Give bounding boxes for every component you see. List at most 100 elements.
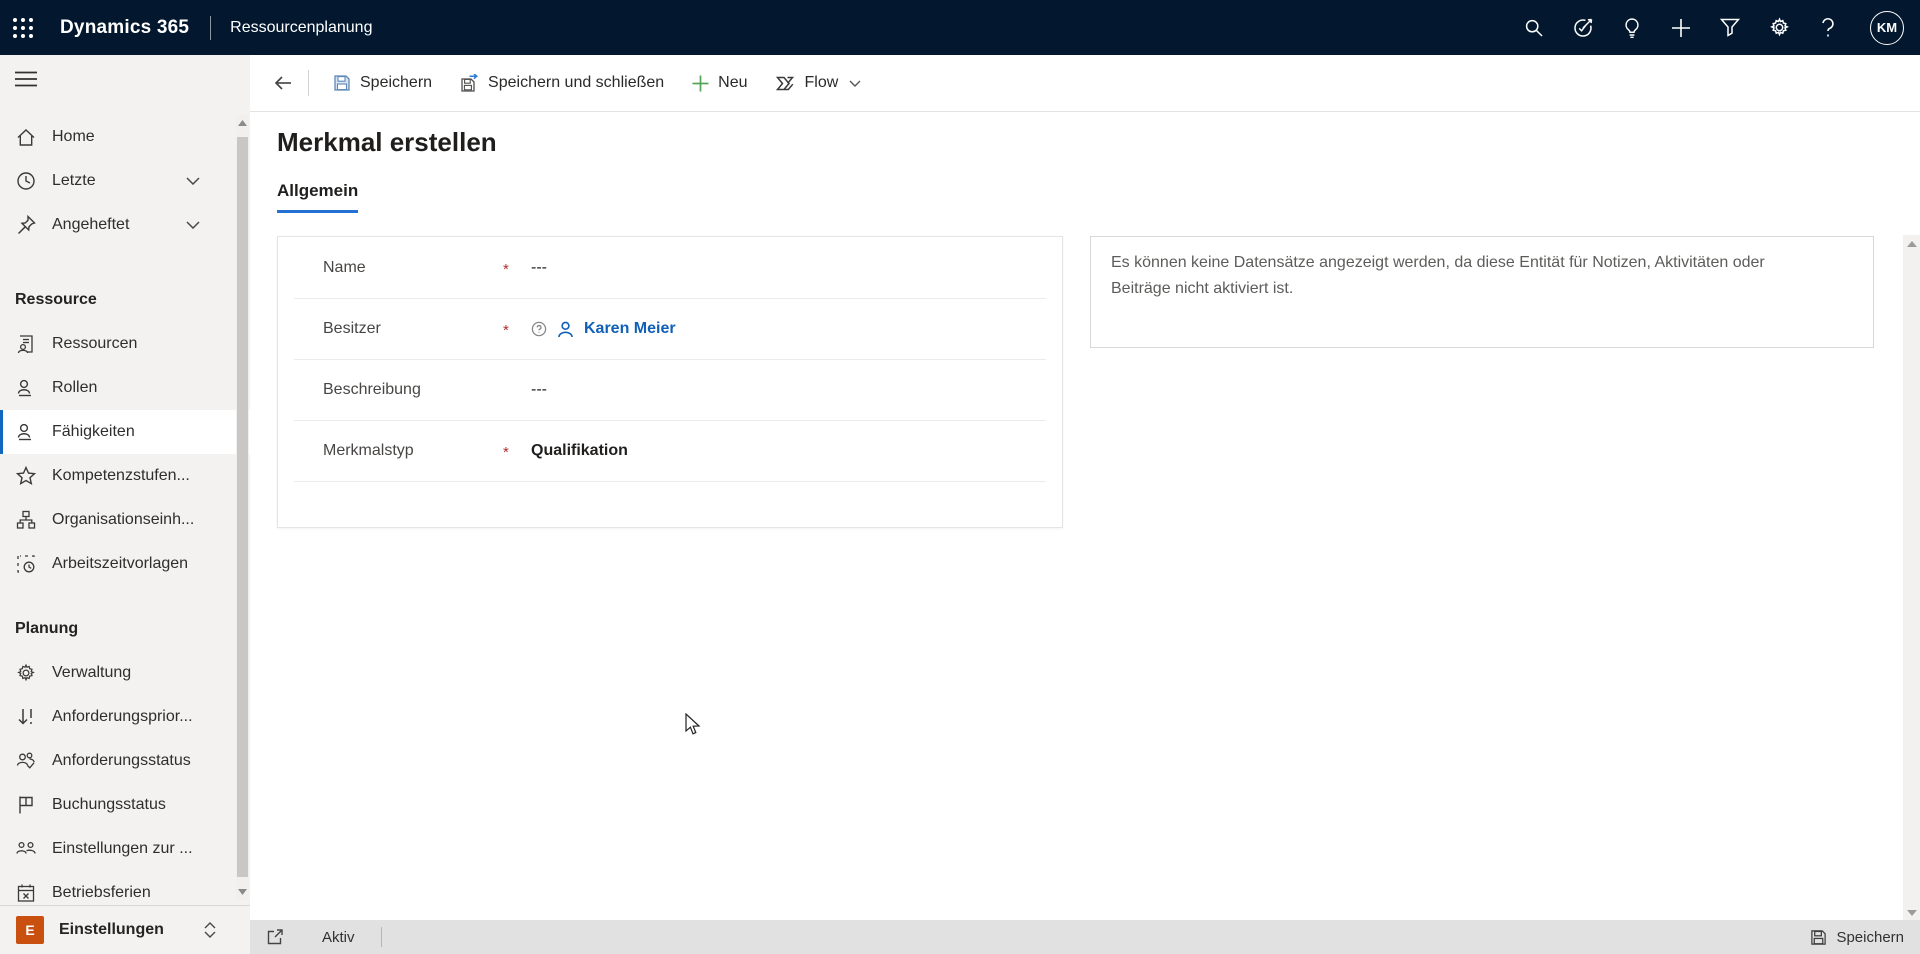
flow-label: Flow xyxy=(804,74,839,91)
topbar-divider xyxy=(210,15,212,40)
topbar-actions: KM xyxy=(1523,10,1920,45)
sidebar-item-rollen[interactable]: Rollen xyxy=(0,366,250,410)
environment-switcher[interactable]: E Einstellungen xyxy=(0,905,250,954)
owner-link[interactable]: Karen Meier xyxy=(584,320,676,338)
app-title[interactable]: Dynamics 365 xyxy=(60,17,189,39)
field-label: Beschreibung xyxy=(323,381,421,398)
work-hours-template-icon xyxy=(15,553,37,575)
sidebar-item-label: Home xyxy=(52,128,95,145)
expand-form-icon[interactable] xyxy=(264,926,286,948)
new-plus-icon xyxy=(692,75,709,92)
field-value[interactable]: --- xyxy=(531,259,547,277)
field-label: Name xyxy=(323,259,366,276)
form-row-merkmalstyp[interactable]: Merkmalstyp * Qualifikation xyxy=(294,421,1046,482)
presence-unknown-icon xyxy=(531,321,547,337)
save-label: Speichern xyxy=(360,74,433,91)
filter-icon[interactable] xyxy=(1719,17,1741,39)
people-check-icon xyxy=(15,750,37,772)
sidebar-scrollbar[interactable] xyxy=(236,115,249,900)
sidebar-item-label: Buchungsstatus xyxy=(52,796,166,813)
hamburger-menu-icon[interactable] xyxy=(0,55,250,99)
mouse-cursor xyxy=(685,713,707,737)
sidebar-item-einstellungen-zur[interactable]: Einstellungen zur ... xyxy=(0,827,250,871)
save-and-close-label: Speichern und schließen xyxy=(488,74,665,91)
sidebar-item-angeheftet[interactable]: Angeheftet xyxy=(0,203,250,247)
scroll-down-icon[interactable] xyxy=(1903,904,1920,921)
save-button[interactable]: Speichern xyxy=(319,63,446,103)
environment-label: Einstellungen xyxy=(59,921,164,938)
lightbulb-icon[interactable] xyxy=(1621,17,1643,39)
sidebar-item-label: Verwaltung xyxy=(52,664,132,681)
sidebar-item-label: Einstellungen zur ... xyxy=(52,840,193,857)
sidebar-item-letzte[interactable]: Letzte xyxy=(0,159,250,203)
sitemap-sidebar: Home Letzte Angeheftet Ressource Ressour… xyxy=(0,55,250,954)
sidebar-item-kompetenzstufen[interactable]: Kompetenzstufen... xyxy=(0,454,250,498)
sidebar-item-anforderungsprioritaeten[interactable]: Anforderungsprior... xyxy=(0,695,250,739)
tab-allgemein[interactable]: Allgemein xyxy=(277,181,359,213)
sidebar-item-faehigkeiten[interactable]: Fähigkeiten xyxy=(0,410,250,454)
form-row-besitzer[interactable]: Besitzer * Karen Meier xyxy=(294,299,1046,360)
sidebar-item-label: Anforderungsprior... xyxy=(52,708,193,725)
sidebar-section-ressource: Ressource xyxy=(15,290,97,308)
content-scrollbar[interactable] xyxy=(1903,235,1920,921)
scroll-up-icon[interactable] xyxy=(1903,235,1920,252)
save-and-close-button[interactable]: Speichern und schließen xyxy=(446,63,678,103)
top-navbar: Dynamics 365 Ressourcenplanung KM xyxy=(0,0,1920,55)
priority-arrow-icon xyxy=(15,706,37,728)
app-area-name[interactable]: Ressourcenplanung xyxy=(230,19,372,37)
sidebar-item-ressourcen[interactable]: Ressourcen xyxy=(0,322,250,366)
page-layout: Home Letzte Angeheftet Ressource Ressour… xyxy=(0,55,1920,954)
flow-button[interactable]: Flow xyxy=(762,63,876,103)
sidebar-item-label: Arbeitszeitvorlagen xyxy=(52,555,189,572)
new-label: Neu xyxy=(718,74,748,91)
sidebar-item-label: Letzte xyxy=(52,172,96,189)
sidebar-item-organisationseinheiten[interactable]: Organisationseinh... xyxy=(0,498,250,542)
star-icon xyxy=(15,465,37,487)
save-outline-icon xyxy=(1810,929,1827,946)
statusbar-save-label: Speichern xyxy=(1836,928,1904,946)
form-status-bar: Aktiv Speichern xyxy=(250,920,1920,954)
statusbar-save-button[interactable]: Speichern xyxy=(1810,929,1920,946)
new-button[interactable]: Neu xyxy=(678,63,761,103)
scroll-up-icon[interactable] xyxy=(236,115,249,131)
sidebar-item-home[interactable]: Home xyxy=(0,115,250,159)
sidebar-item-anforderungsstatus[interactable]: Anforderungsstatus xyxy=(0,739,250,783)
sidebar-item-label: Organisationseinh... xyxy=(52,511,195,528)
field-label: Merkmalstyp xyxy=(323,442,414,459)
page-title: Merkmal erstellen xyxy=(277,127,497,157)
sidebar-item-label: Rollen xyxy=(52,379,98,396)
chevron-down-icon xyxy=(849,80,861,87)
user-avatar[interactable]: KM xyxy=(1870,10,1904,45)
person-icon xyxy=(556,320,575,339)
sidebar-item-label: Angeheftet xyxy=(52,216,130,233)
sidebar-item-verwaltung[interactable]: Verwaltung xyxy=(0,651,250,695)
org-chart-icon xyxy=(15,509,37,531)
help-icon[interactable] xyxy=(1817,17,1839,39)
chevron-down-icon[interactable] xyxy=(186,177,200,185)
gear-icon xyxy=(15,662,37,684)
required-marker: * xyxy=(503,444,509,461)
form-row-name[interactable]: Name * --- xyxy=(294,238,1046,299)
sidebar-item-arbeitszeitvorlagen[interactable]: Arbeitszeitvorlagen xyxy=(0,542,250,586)
task-target-check-icon[interactable] xyxy=(1572,17,1594,39)
form-row-beschreibung[interactable]: Beschreibung --- xyxy=(294,360,1046,421)
sidebar-item-label: Anforderungsstatus xyxy=(52,752,191,769)
field-value[interactable]: Qualifikation xyxy=(531,442,628,460)
back-arrow-icon[interactable] xyxy=(266,65,300,101)
scroll-down-icon[interactable] xyxy=(236,884,249,900)
add-icon[interactable] xyxy=(1670,17,1692,39)
people-group-icon xyxy=(15,838,37,860)
scrollbar-thumb[interactable] xyxy=(237,137,248,877)
app-launcher-waffle-icon[interactable] xyxy=(0,0,46,55)
calendar-closure-icon xyxy=(15,882,37,904)
sidebar-nav-list: Home Letzte Angeheftet Ressource Ressour… xyxy=(0,115,250,915)
field-value[interactable]: --- xyxy=(531,381,547,399)
search-icon[interactable] xyxy=(1523,17,1545,39)
settings-gear-icon[interactable] xyxy=(1768,17,1790,39)
main-content: Speichern Speichern und schließen Neu Fl… xyxy=(250,55,1920,954)
chevron-down-icon[interactable] xyxy=(186,221,200,229)
commandbar-divider xyxy=(308,70,309,96)
owner-value-cell[interactable]: Karen Meier xyxy=(531,320,676,339)
person-role-icon xyxy=(15,377,37,399)
sidebar-item-buchungsstatus[interactable]: Buchungsstatus xyxy=(0,783,250,827)
